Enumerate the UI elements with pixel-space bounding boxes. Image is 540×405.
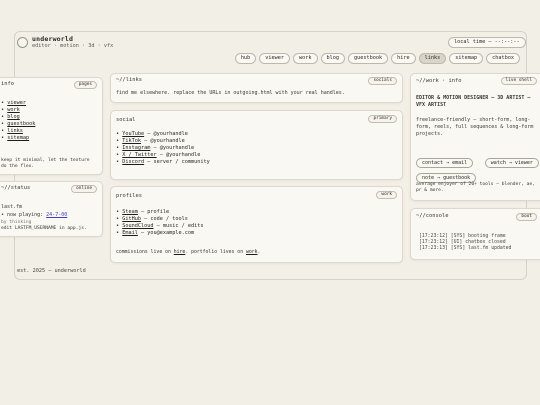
work-info-card: ~//work · info live shell EDITOR & MOTIO…	[410, 73, 540, 201]
info-item-viewer[interactable]: viewer	[1, 100, 35, 107]
work-heading: EDITOR & MOTION DESIGNER — 3D ARTIST — V…	[416, 95, 531, 108]
work-link[interactable]: work	[246, 250, 258, 255]
nav-sitemap[interactable]: sitemap	[449, 53, 484, 64]
links-title: ~//links	[116, 77, 142, 83]
main-nav: hub viewer work blog guestbook hire link…	[234, 53, 520, 64]
watch-viewer-button[interactable]: watch → viewer	[484, 158, 539, 168]
social-item-tiktok[interactable]: TikTok — @yourhandle	[116, 138, 210, 145]
links-description: find me elsewhere. replace the URLs in o…	[116, 90, 345, 96]
info-title: info	[1, 81, 14, 87]
social-title: social	[116, 117, 136, 123]
info-item-guestbook[interactable]: guestbook	[1, 121, 35, 128]
links-card: ~//links socials find me elsewhere. repl…	[110, 73, 403, 103]
hire-link[interactable]: hire	[174, 250, 186, 255]
profile-item-github[interactable]: GitHub — code / tools	[116, 216, 203, 223]
links-badge: socials	[368, 77, 397, 85]
now-playing: • now playing: 24-7-00	[1, 212, 68, 218]
profiles-card: profiles work Steam — profile GitHub — c…	[110, 186, 403, 263]
work-info-title: ~//work · info	[416, 78, 462, 84]
profile-item-email[interactable]: Email — you@example.com	[116, 230, 203, 237]
console-card: ~//console boot [17:23:12] [SYS] booting…	[410, 208, 540, 260]
profiles-list: Steam — profile GitHub — code / tools So…	[116, 209, 203, 237]
nav-work[interactable]: work	[293, 53, 318, 64]
social-item-discord[interactable]: Discord — server / community	[116, 159, 209, 166]
social-badge: primary	[368, 115, 397, 123]
info-page-list: viewer work blog guestbook links sitemap	[1, 100, 35, 142]
status-badge: online	[71, 185, 97, 193]
social-item-x-twitter[interactable]: X / Twitter — @yourhandle	[116, 152, 210, 159]
social-card: social primary YouTube — @yourhandle Tik…	[110, 110, 403, 180]
footer-text: est. 2025 — underworld	[17, 268, 86, 274]
nav-chatbox[interactable]: chatbox	[486, 53, 520, 64]
status-hint: edit LASTFM_USERNAME in app.js.	[1, 226, 87, 231]
profiles-title: profiles	[116, 193, 142, 199]
profile-item-steam[interactable]: Steam — profile	[116, 209, 203, 216]
nav-viewer[interactable]: viewer	[259, 53, 291, 64]
social-item-youtube[interactable]: YouTube — @yourhandle	[116, 131, 210, 138]
console-title: ~//console	[416, 213, 449, 219]
profile-item-soundcloud[interactable]: SoundCloud — music / edits	[116, 223, 203, 230]
local-time-pill: local time — --:--:--	[448, 37, 526, 48]
info-item-blog[interactable]: blog	[1, 114, 35, 121]
nav-blog[interactable]: blog	[320, 53, 346, 64]
status-source: last.fm	[1, 204, 23, 210]
work-buttons-row2: note → guestbook	[416, 164, 478, 183]
nav-hire[interactable]: hire	[391, 53, 416, 64]
status-title: ~//status	[1, 185, 31, 191]
work-info-badge: live shell	[500, 77, 537, 85]
info-item-sitemap[interactable]: sitemap	[1, 135, 35, 142]
now-playing-track[interactable]: 24-7-00	[46, 212, 67, 218]
info-item-links[interactable]: links	[1, 128, 35, 135]
nav-hub[interactable]: hub	[234, 53, 257, 64]
nav-links[interactable]: links	[418, 53, 447, 64]
console-line: [17:23:13] [SYS] last.fm updated	[419, 246, 512, 251]
social-list: YouTube — @yourhandle TikTok — @yourhand…	[116, 131, 210, 166]
info-card: info pages viewer work blog guestbook li…	[0, 77, 103, 175]
site-subtitle: editor · motion · 3d · vfx	[32, 43, 114, 49]
info-badge: pages	[73, 81, 97, 89]
console-log: [17:23:12] [SYS] booting frame [17:23:12…	[419, 234, 511, 252]
status-card: ~//status online last.fm • now playing: …	[0, 181, 103, 237]
work-average: average enjoyer of 20+ tools — blender, …	[416, 182, 535, 193]
social-item-instagram[interactable]: Instagram — @yourhandle	[116, 145, 210, 152]
nav-guestbook[interactable]: guestbook	[348, 53, 389, 64]
profiles-note: commissions live on hire. portfolio live…	[116, 250, 261, 255]
console-badge: boot	[516, 213, 537, 221]
work-description: freelance-friendly — short-form, long-fo…	[416, 117, 534, 137]
info-note: keep it minimal, let the texture do the …	[1, 158, 90, 169]
logo-icon	[17, 37, 28, 48]
profiles-badge: work	[376, 191, 397, 199]
info-item-work[interactable]: work	[1, 107, 35, 114]
site-title: underworld	[32, 35, 74, 43]
